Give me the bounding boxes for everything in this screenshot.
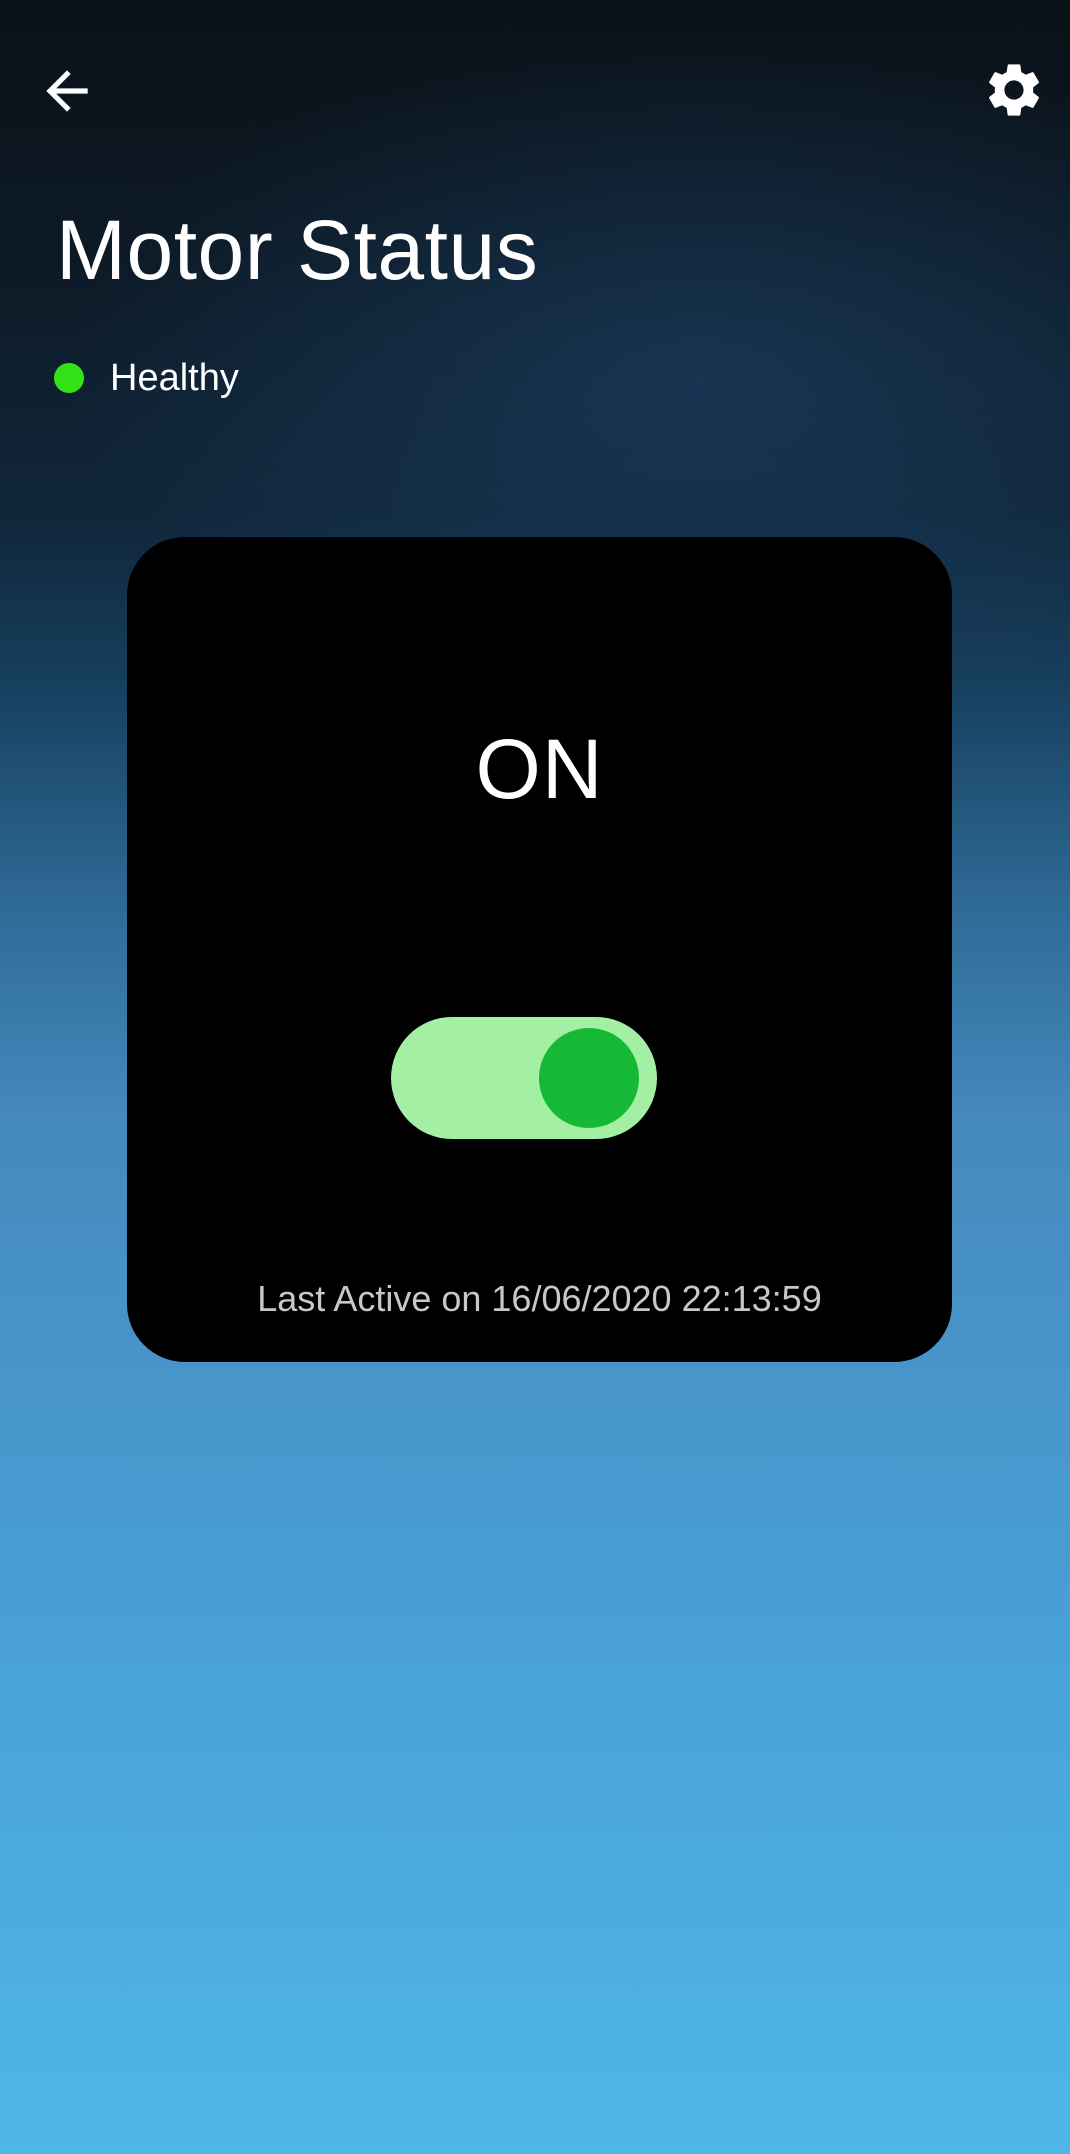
last-active-timestamp: Last Active on 16/06/2020 22:13:59 [257, 1278, 822, 1319]
motor-power-toggle[interactable] [391, 1017, 657, 1139]
back-button[interactable] [28, 56, 106, 126]
toggle-knob [539, 1028, 639, 1128]
status-label: Healthy [110, 357, 239, 399]
status-dot-icon [54, 363, 84, 393]
arrow-left-icon [46, 70, 88, 112]
status-indicator: Healthy [54, 354, 239, 402]
settings-button[interactable] [978, 54, 1050, 126]
page-title: Motor Status [56, 203, 539, 297]
motor-state-label: ON [475, 722, 604, 816]
motor-control-card: ON Last Active on 16/06/2020 22:13:59 [127, 537, 952, 1362]
gear-icon [989, 64, 1039, 116]
